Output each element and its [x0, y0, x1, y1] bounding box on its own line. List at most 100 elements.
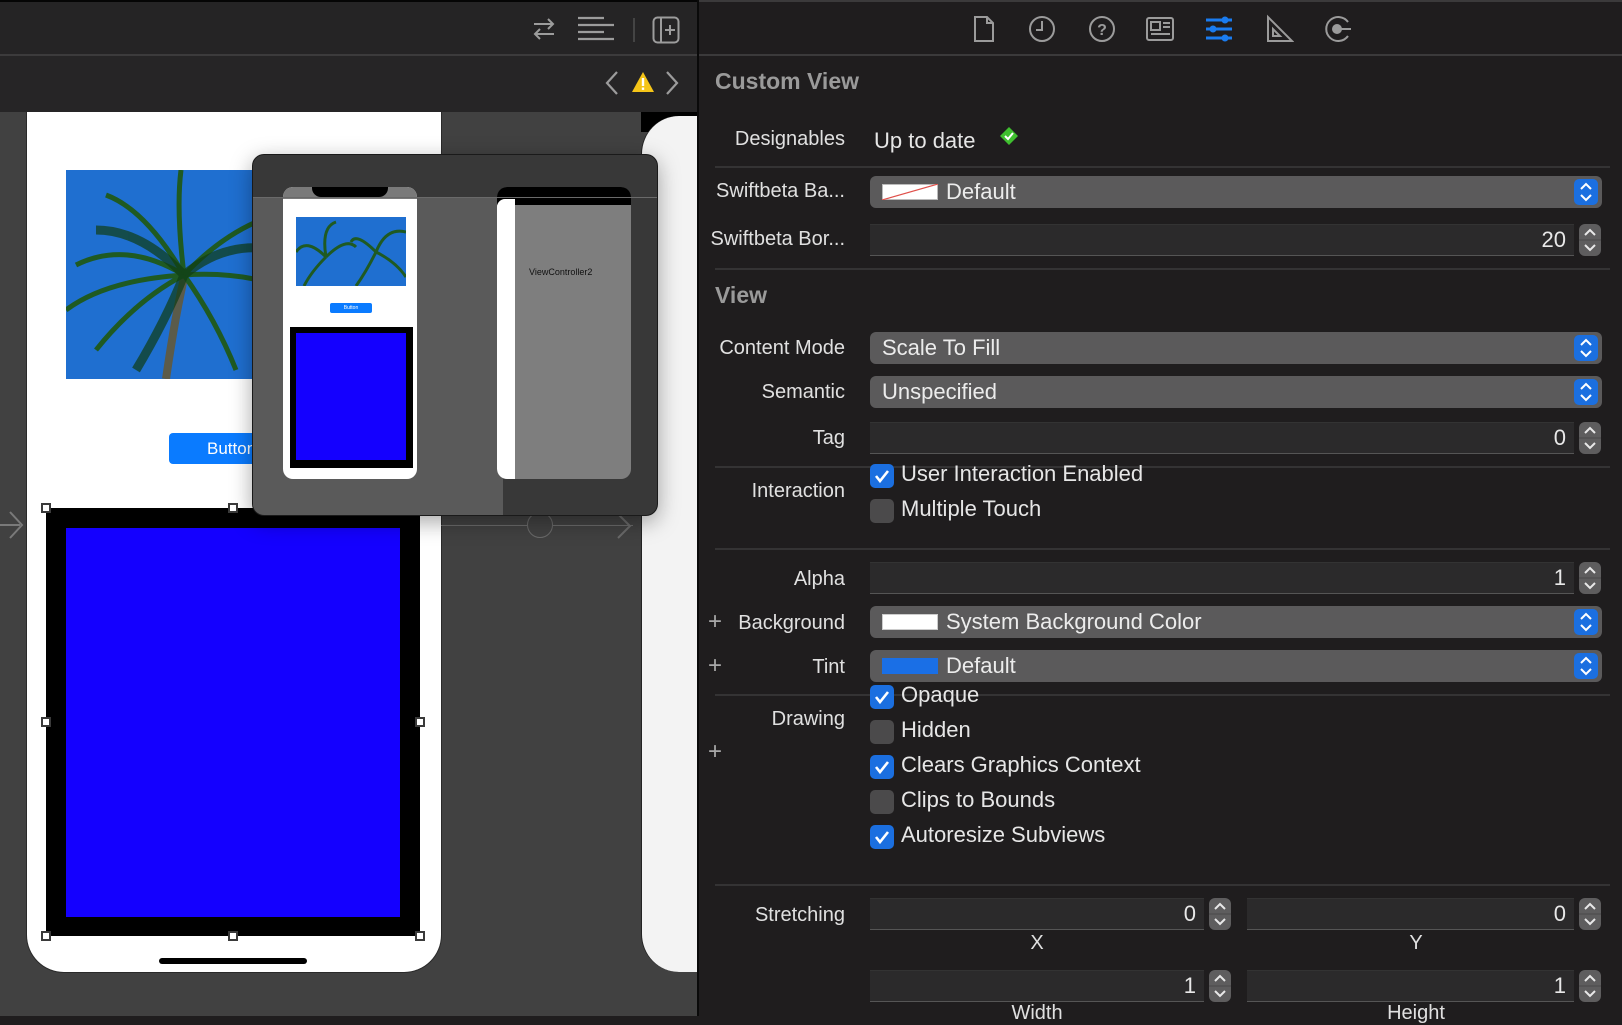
stretching-x-stepper[interactable] [1209, 898, 1231, 930]
mini-notch [312, 187, 388, 197]
editor-toolbar [0, 0, 697, 56]
stretching-y-value: 0 [1553, 901, 1566, 926]
alpha-field[interactable]: 1 [870, 562, 1574, 594]
content-mode-popup[interactable]: Scale To Fill [870, 332, 1602, 364]
background-color-popup[interactable]: System Background Color [870, 606, 1602, 638]
stretching-height-field[interactable]: 1 [1247, 970, 1574, 1002]
alpha-stepper[interactable] [1579, 562, 1601, 594]
semantic-value: Unspecified [882, 379, 997, 404]
drawing-label: Drawing [771, 708, 845, 730]
tint-color-popup[interactable]: Default [870, 650, 1602, 682]
svg-text:?: ? [1097, 22, 1107, 39]
stretching-height-value: 1 [1553, 973, 1566, 998]
stretching-height-caption: Height [1387, 1002, 1445, 1024]
checkbox-label[interactable]: Autoresize Subviews [901, 822, 1105, 848]
swiftbeta-border-width-field[interactable]: 20 [870, 224, 1574, 256]
view-section-title: View [715, 282, 767, 308]
checkbox-clears-graphics-context[interactable] [870, 755, 894, 779]
separator [715, 166, 1610, 168]
stretching-y-field[interactable]: 0 [1247, 898, 1574, 930]
checkbox-label[interactable]: Clears Graphics Context [901, 752, 1141, 778]
interaction-label: Interaction [751, 480, 845, 502]
separator [715, 548, 1610, 550]
file-icon[interactable] [969, 14, 999, 44]
stretching-x-caption: X [1030, 932, 1044, 954]
alpha-label: Alpha [793, 568, 845, 590]
swiftbeta-border-width-label: Swiftbeta Bor... [710, 228, 845, 250]
toolbar-divider [633, 18, 635, 42]
tag-stepper[interactable] [1579, 422, 1601, 454]
stretching-width-field[interactable]: 1 [870, 970, 1204, 1002]
separator [715, 694, 1610, 696]
mini-palm-image [296, 217, 406, 286]
resize-handle-bottom-right[interactable] [415, 931, 425, 941]
popup-arrows-icon [1574, 179, 1598, 205]
warning-icon[interactable] [631, 71, 655, 98]
arrows-swap-icon[interactable] [530, 16, 558, 47]
stretching-width-caption: Width [1011, 1002, 1063, 1024]
size-icon[interactable] [1264, 14, 1295, 44]
attributes-icon[interactable] [1204, 14, 1234, 44]
tint-swatch [882, 658, 938, 674]
resize-handle-bottom-left[interactable] [41, 931, 51, 941]
designables-value: Up to date [874, 128, 976, 153]
checkmark-icon [874, 831, 890, 845]
background-value: System Background Color [946, 609, 1202, 634]
checkbox-user-interaction-enabled[interactable] [870, 464, 894, 488]
content-mode-label: Content Mode [719, 337, 845, 359]
stretching-height-stepper[interactable] [1579, 970, 1601, 1002]
checkbox-clips-to-bounds[interactable] [870, 790, 894, 814]
mini2-top [497, 187, 631, 205]
resize-handle-bottom-center[interactable] [228, 931, 238, 941]
background-label: Background [738, 612, 845, 634]
content-mode-value: Scale To Fill [882, 335, 1001, 360]
mini2-white-strip [497, 199, 515, 479]
checkbox-hidden[interactable] [870, 720, 894, 744]
mini-button: Button [330, 303, 372, 313]
popup-arrows-icon [1574, 335, 1598, 361]
add-hidden-variation-button[interactable]: + [708, 738, 722, 766]
checkbox-label[interactable]: Hidden [901, 717, 971, 743]
tint-label: Tint [812, 656, 845, 678]
chevron-right-icon[interactable] [664, 70, 680, 101]
tint-value: Default [946, 653, 1016, 678]
help-icon[interactable]: ? [1087, 14, 1117, 44]
checkbox-label[interactable]: Opaque [901, 682, 979, 708]
stretching-y-stepper[interactable] [1579, 898, 1601, 930]
history-icon[interactable] [1027, 14, 1057, 44]
border-width-stepper[interactable] [1579, 224, 1601, 256]
lines-align-icon[interactable] [578, 16, 616, 47]
connections-icon[interactable] [1324, 14, 1354, 44]
identity-icon[interactable] [1145, 14, 1175, 44]
checkbox-label[interactable]: Clips to Bounds [901, 787, 1055, 813]
resize-handle-mid-right[interactable] [415, 717, 425, 727]
checkbox-label[interactable]: User Interaction Enabled [901, 461, 1143, 487]
checkbox-autoresize-subviews[interactable] [870, 825, 894, 849]
stretching-width-stepper[interactable] [1209, 970, 1231, 1002]
mini-scene-2[interactable]: ViewController2 [497, 187, 631, 479]
minimap-preview-popover[interactable]: Button ViewController2 [252, 154, 658, 516]
checkbox-label[interactable]: Multiple Touch [901, 496, 1041, 522]
resize-handle-top-center[interactable] [228, 503, 238, 513]
chevron-left-icon[interactable] [604, 70, 620, 101]
resize-handle-mid-left[interactable] [41, 717, 51, 727]
designables-label: Designables [734, 128, 845, 150]
popup-arrows-icon [1574, 609, 1598, 635]
semantic-popup[interactable]: Unspecified [870, 376, 1602, 408]
border-color-value: Default [946, 179, 1016, 204]
tag-field[interactable]: 0 [870, 422, 1574, 454]
stretching-x-field[interactable]: 0 [870, 898, 1204, 930]
custom-view-section-title: Custom View [715, 68, 859, 94]
custom-view-selected[interactable] [66, 528, 400, 917]
checkbox-multiple-touch[interactable] [870, 499, 894, 523]
resize-handle-top-left[interactable] [41, 503, 51, 513]
checkbox-opaque[interactable] [870, 685, 894, 709]
stretching-width-value: 1 [1183, 973, 1196, 998]
attributes-inspector: ? Custom View Designables Up to date Swi… [697, 0, 1622, 1024]
swiftbeta-border-color-popup[interactable]: Default [870, 176, 1602, 208]
mini-scene-1[interactable]: Button [283, 187, 417, 479]
add-editor-icon[interactable] [652, 16, 680, 49]
status-ok-icon [999, 126, 1019, 151]
checkmark-icon [874, 691, 890, 705]
popup-arrows-icon [1574, 653, 1598, 679]
